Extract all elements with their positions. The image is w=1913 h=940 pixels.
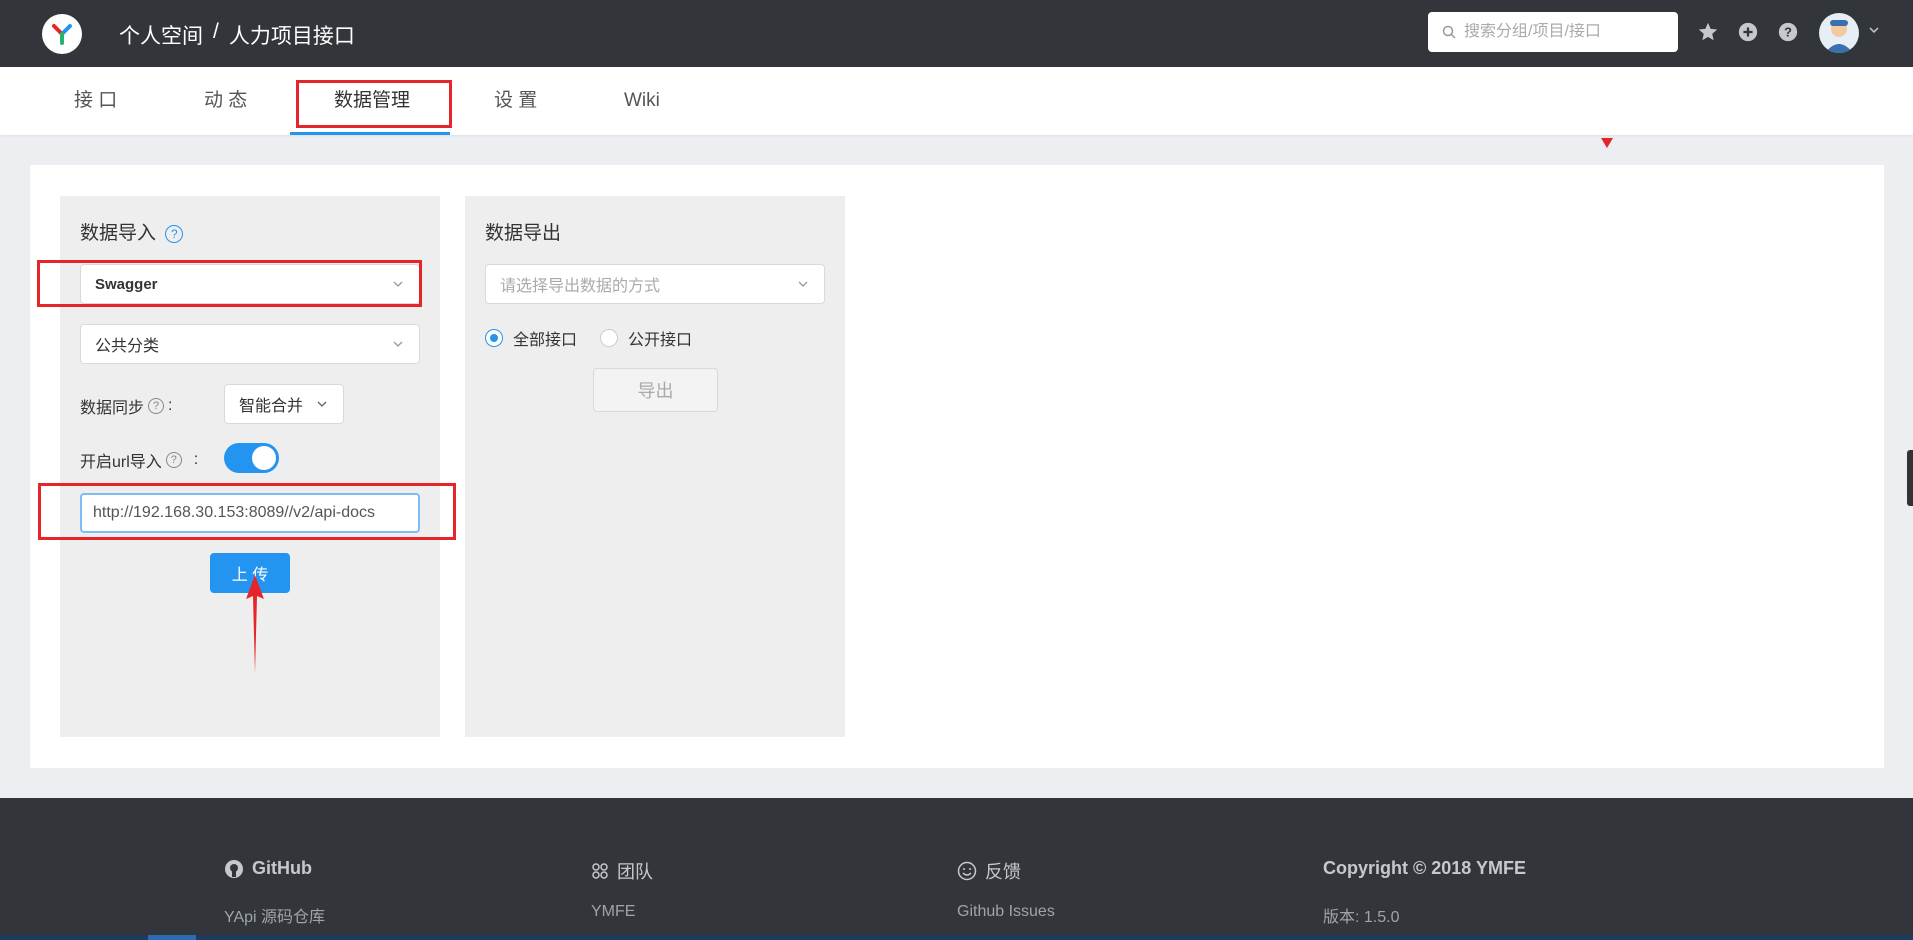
- breadcrumb-space[interactable]: 个人空间: [119, 20, 203, 50]
- toggle-knob: [252, 446, 276, 470]
- colon: :: [193, 451, 199, 468]
- footer-col-feedback: 反馈: [957, 858, 1021, 884]
- tab-settings[interactable]: 设 置: [494, 67, 537, 135]
- red-arrow-annotation: [246, 575, 264, 673]
- footer-team-link[interactable]: YMFE: [591, 903, 635, 921]
- import-title: 数据导入 ?: [80, 218, 184, 245]
- highlight-box-tab: [296, 80, 452, 128]
- sync-label-text: 数据同步: [80, 400, 145, 417]
- status-segment: [148, 935, 196, 940]
- project-tabs: 接 口 动 态 数据管理 设 置 Wiki: [0, 67, 1913, 135]
- footer-feedback-link[interactable]: Github Issues: [957, 903, 1055, 921]
- footer-col-github: GitHub: [224, 858, 312, 879]
- tab-wiki[interactable]: Wiki: [624, 67, 660, 135]
- import-title-text: 数据导入: [80, 223, 157, 244]
- footer-col-team: 团队: [591, 858, 653, 884]
- radio-all-interfaces[interactable]: 全部接口: [485, 326, 577, 350]
- side-handle[interactable]: [1907, 450, 1913, 506]
- footer-github-title: GitHub: [252, 858, 312, 878]
- category-value: 公共分类: [95, 338, 160, 355]
- radio-checked: [485, 329, 503, 347]
- search-box: [1428, 12, 1678, 52]
- export-title: 数据导出: [485, 223, 562, 244]
- add-icon[interactable]: [1737, 21, 1759, 43]
- search-icon: [1442, 25, 1456, 39]
- footer-version: 版本: 1.5.0: [1323, 909, 1400, 926]
- active-tab-indicator: [290, 132, 450, 135]
- url-import-toggle[interactable]: [224, 443, 279, 473]
- team-icon: [592, 863, 608, 879]
- sync-label: 数据同步 ? :: [80, 394, 172, 418]
- search-input[interactable]: [1464, 23, 1674, 41]
- tab-activity[interactable]: 动 态: [204, 67, 247, 135]
- question-icon[interactable]: ?: [148, 398, 165, 414]
- radio-unchecked: [600, 329, 618, 347]
- sync-mode-select[interactable]: 智能合并: [224, 384, 344, 424]
- export-format-select[interactable]: 请选择导出数据的方式: [485, 264, 825, 304]
- category-select[interactable]: 公共分类: [80, 324, 420, 364]
- url-import-label-text: 开启url导入: [80, 454, 162, 471]
- export-format-placeholder: 请选择导出数据的方式: [500, 278, 661, 295]
- chevron-down-icon[interactable]: [1868, 24, 1880, 36]
- footer-team-title: 团队: [617, 862, 653, 882]
- github-icon: [225, 859, 243, 878]
- chevron-down-icon: [317, 401, 327, 407]
- bottom-status-bar: [0, 935, 1913, 940]
- help-icon[interactable]: ?: [1777, 21, 1799, 43]
- highlight-box-type: [37, 260, 422, 307]
- footer-feedback-title: 反馈: [985, 862, 1021, 882]
- tab-interfaces[interactable]: 接 口: [74, 67, 117, 135]
- footer-copyright: Copyright © 2018 YMFE: [1323, 858, 1526, 878]
- top-navbar: 个人空间 / 人力项目接口 ?: [0, 0, 1913, 67]
- question-icon[interactable]: ?: [165, 452, 182, 468]
- chevron-down-icon: [393, 341, 403, 347]
- help-icon[interactable]: ?: [165, 224, 184, 243]
- sync-mode-value: 智能合并: [239, 398, 304, 415]
- footer-col-copyright: Copyright © 2018 YMFE: [1323, 858, 1526, 879]
- radio-public-interfaces[interactable]: 公开接口: [600, 326, 692, 350]
- smile-icon: [957, 861, 977, 881]
- highlight-box-url: [38, 483, 456, 540]
- url-import-label: 开启url导入 ? :: [80, 448, 198, 472]
- export-button[interactable]: 导出: [593, 368, 718, 412]
- breadcrumb: 个人空间 / 人力项目接口: [119, 20, 355, 50]
- footer-github-link[interactable]: YApi 源码仓库: [224, 903, 325, 927]
- radio-all-label: 全部接口: [513, 332, 578, 349]
- red-marker: [1601, 138, 1613, 148]
- star-icon[interactable]: [1697, 21, 1719, 43]
- breadcrumb-project[interactable]: 人力项目接口: [229, 20, 355, 50]
- svg-text:?: ?: [1784, 25, 1792, 40]
- breadcrumb-separator: /: [213, 20, 219, 43]
- avatar[interactable]: [1819, 13, 1859, 53]
- colon: :: [168, 397, 173, 414]
- chevron-down-icon: [798, 281, 808, 287]
- yapi-logo[interactable]: [42, 14, 82, 54]
- radio-public-label: 公开接口: [628, 332, 693, 349]
